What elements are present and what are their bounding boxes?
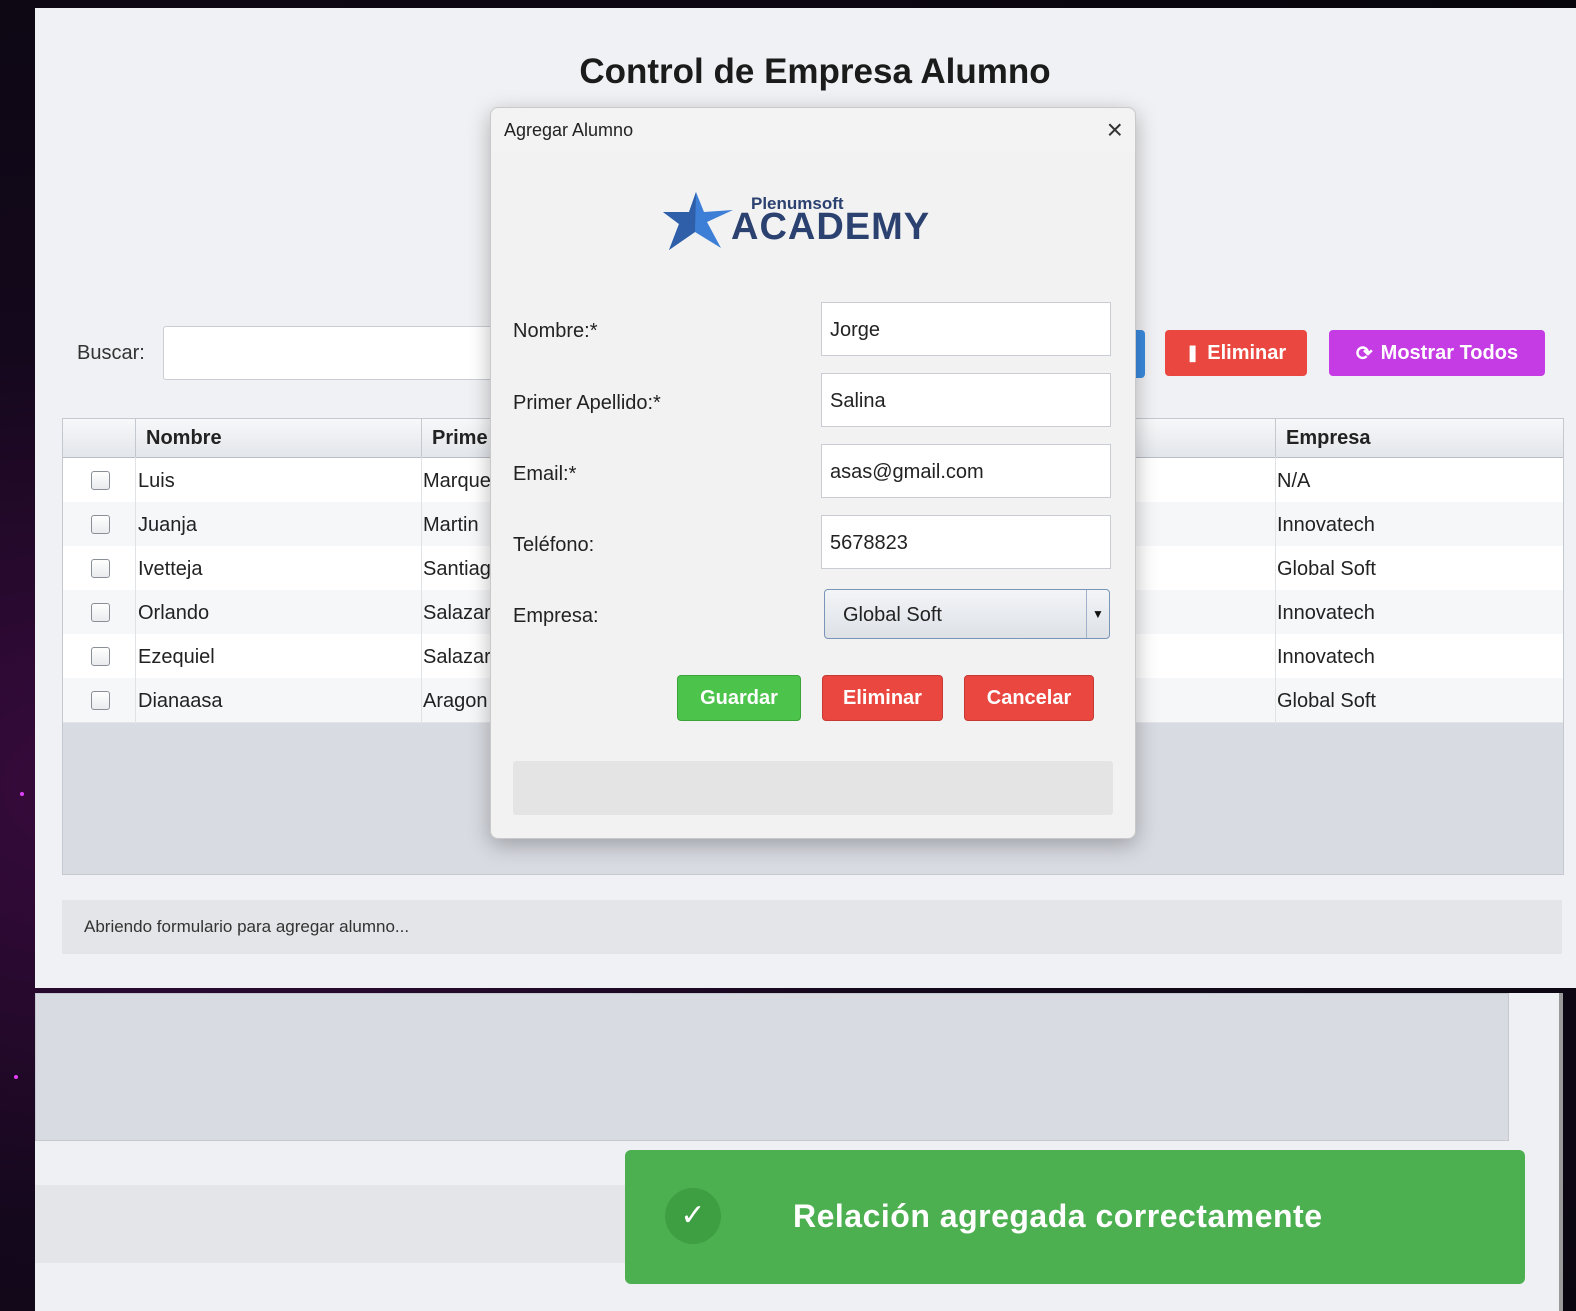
cell-empresa: Global Soft	[1277, 558, 1376, 580]
cell-nombre: Ivetteja	[138, 558, 203, 580]
delete-button[interactable]: ❚ Eliminar	[1165, 330, 1307, 376]
cell-empresa: N/A	[1277, 470, 1311, 492]
column-divider	[1275, 457, 1276, 725]
decor-dot	[14, 1075, 18, 1079]
delete-button-label: Eliminar	[1207, 341, 1287, 364]
guardar-button[interactable]: Guardar	[677, 675, 801, 721]
telefono-field[interactable]: 5678823	[821, 515, 1111, 569]
apellido-label: Primer Apellido:*	[513, 392, 661, 414]
email-field[interactable]: asas@gmail.com	[821, 444, 1111, 498]
dialog-title: Agregar Alumno	[504, 120, 634, 140]
empresa-select-value: Global Soft	[843, 604, 942, 626]
column-divider	[421, 457, 422, 725]
logo-title: ACADEMY	[731, 206, 931, 248]
row-checkbox[interactable]	[91, 647, 110, 666]
email-label: Email:*	[513, 463, 577, 485]
cell-nombre: Dianaasa	[138, 690, 223, 712]
add-student-dialog: Agregar Alumno × Plenumsoft ACADEMY Nomb…	[490, 107, 1136, 839]
column-divider	[135, 457, 136, 725]
row-checkbox[interactable]	[91, 603, 110, 622]
academy-logo: Plenumsoft ACADEMY	[663, 188, 963, 258]
decor-dot	[20, 792, 24, 796]
page-title: Control de Empresa Alumno	[579, 52, 1051, 91]
eliminar-button[interactable]: Eliminar	[822, 675, 943, 721]
check-icon: ✓	[665, 1188, 721, 1244]
row-checkbox[interactable]	[91, 471, 110, 490]
refresh-icon: ⟳	[1355, 342, 1373, 365]
close-icon[interactable]: ×	[1107, 114, 1123, 146]
row-checkbox[interactable]	[91, 691, 110, 710]
cell-nombre: Luis	[138, 470, 175, 492]
cell-empresa: Innovatech	[1277, 646, 1375, 668]
cell-nombre: Orlando	[138, 602, 210, 624]
window-edge	[1559, 993, 1563, 1311]
telefono-label: Teléfono:	[513, 534, 595, 556]
cell-apellido: Salazar	[423, 602, 491, 624]
header-nombre[interactable]: Nombre	[135, 419, 421, 457]
cell-apellido: Salazar	[423, 646, 491, 668]
row-checkbox[interactable]	[91, 515, 110, 534]
nombre-label: Nombre:*	[513, 320, 598, 342]
success-toast[interactable]: ✓ Relación agregada correctamente	[625, 1150, 1525, 1284]
show-all-button[interactable]: ⟳ Mostrar Todos	[1329, 330, 1545, 376]
show-all-button-label: Mostrar Todos	[1380, 341, 1519, 364]
search-input[interactable]	[163, 326, 525, 380]
cell-nombre: Juanja	[138, 514, 197, 536]
pause-bars-icon: ❚	[1185, 345, 1200, 362]
cell-empresa: Innovatech	[1277, 514, 1375, 536]
cancelar-button[interactable]: Cancelar	[964, 675, 1094, 721]
dialog-titlebar[interactable]: Agregar Alumno ×	[491, 108, 1135, 152]
search-label: Buscar:	[77, 342, 145, 364]
star-logo-icon	[663, 192, 733, 250]
header-empresa[interactable]: Empresa	[1275, 419, 1563, 457]
cell-apellido: Martin	[423, 514, 479, 536]
cell-apellido: Aragon	[423, 690, 488, 712]
empresa-label: Empresa:	[513, 605, 599, 627]
apellido-field[interactable]: Salina	[821, 373, 1111, 427]
cell-empresa: Global Soft	[1277, 690, 1376, 712]
nombre-field[interactable]: Jorge	[821, 302, 1111, 356]
status-bar: Abriendo formulario para agregar alumno.…	[62, 900, 1562, 954]
cell-apellido: Marque	[423, 470, 491, 492]
chevron-down-icon[interactable]: ▼	[1086, 590, 1109, 638]
cell-nombre: Ezequiel	[138, 646, 215, 668]
cell-empresa: Innovatech	[1277, 602, 1375, 624]
toast-message: Relación agregada correctamente	[793, 1198, 1323, 1234]
cell-apellido: Santiag	[423, 558, 491, 580]
secondary-table-area	[35, 993, 1509, 1141]
empresa-select[interactable]: Global Soft ▼	[824, 589, 1110, 639]
row-checkbox[interactable]	[91, 559, 110, 578]
dialog-message-area	[513, 761, 1113, 815]
